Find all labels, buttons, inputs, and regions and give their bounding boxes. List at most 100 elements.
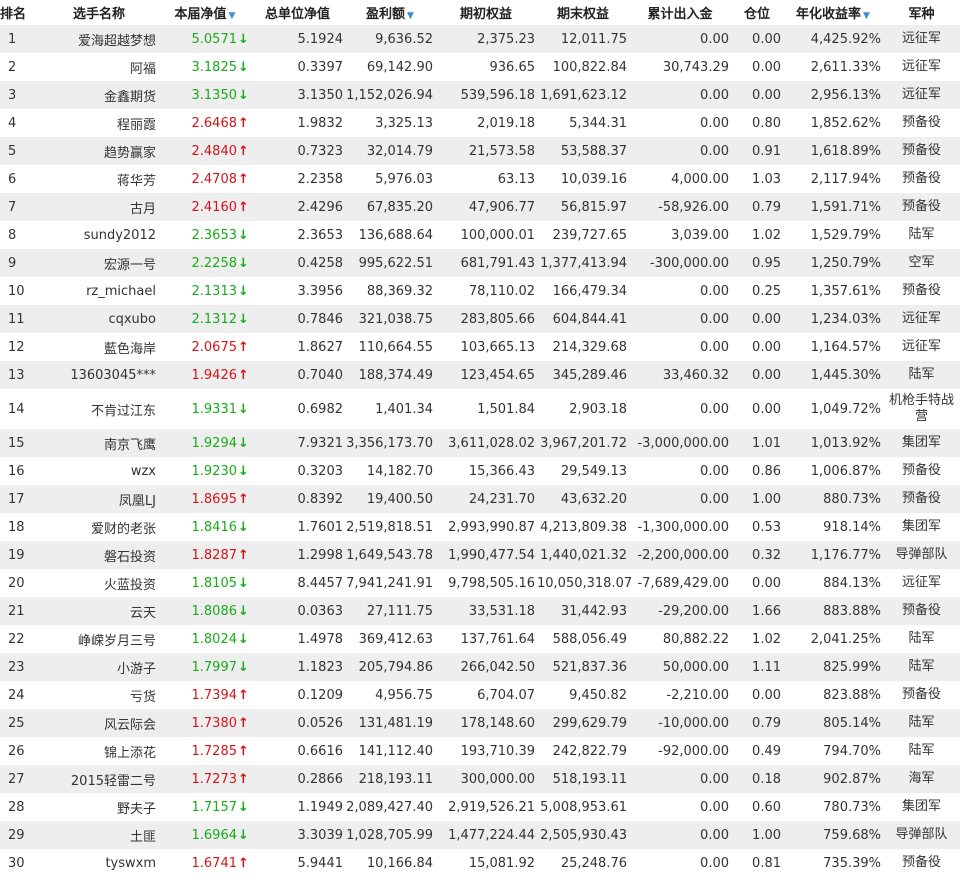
cell-army: 预备役 [883,137,960,165]
cell-rank: 17 [0,485,38,513]
table-row[interactable]: 28 野夫子 1.7157↓ 1.1949 2,089,427.40 2,919,526.… [0,793,960,821]
arrow-down-icon: ↓ [238,631,249,647]
header-profit[interactable]: 盈利额 ▼ [345,0,435,25]
cell-name[interactable]: 13603045*** [38,361,160,389]
cell-name[interactable]: 小游子 [38,653,160,681]
cell-end-equity: 12,011.75 [537,25,629,53]
nav-value: 1.7380 [191,715,238,731]
cell-name[interactable]: 蒋华芳 [38,165,160,193]
table-row[interactable]: 12 藍色海岸 2.0675↑ 1.8627 110,664.55 103,665.13 2… [0,333,960,361]
cell-name[interactable]: 古月 [38,193,160,221]
header-army[interactable]: 军种 [883,0,960,25]
cell-name[interactable]: 不肯过江东 [38,389,160,429]
cell-name[interactable]: 野夫子 [38,793,160,821]
cell-name[interactable]: 爱海超越梦想 [38,25,160,53]
table-row[interactable]: 29 土匪 1.6964↓ 3.3039 1,028,705.99 1,477,224.4… [0,821,960,849]
cell-name[interactable]: 峥嵘岁月三号 [38,625,160,653]
cell-position: 0.00 [731,305,783,333]
table-row[interactable]: 25 风云际会 1.7380↑ 0.0526 131,481.19 178,148.60 2… [0,709,960,737]
header-unit-nav[interactable]: 总单位净值 [250,0,345,25]
cell-annual: 1,529.79% [783,221,883,249]
cell-name[interactable]: tyswxm [38,849,160,877]
cell-cum-flow: 0.00 [629,485,731,513]
header-end-equity[interactable]: 期末权益 [537,0,629,25]
table-row[interactable]: 30 tyswxm 1.6741↑ 5.9441 10,166.84 15,081.92 2… [0,849,960,877]
cell-name[interactable]: 金鑫期货 [38,81,160,109]
table-row[interactable]: 6 蒋华芳 2.4708↑ 2.2358 5,976.03 63.13 10,039.16 4… [0,165,960,193]
cell-name[interactable]: cqxubo [38,305,160,333]
cell-position: 0.95 [731,249,783,277]
cell-army: 远征军 [883,333,960,361]
cell-name[interactable]: sundy2012 [38,221,160,249]
cell-name[interactable]: 宏源一号 [38,249,160,277]
table-row[interactable]: 11 cqxubo 2.1312↓ 0.7846 321,038.75 283,805.6… [0,305,960,333]
cell-annual: 1,234.03% [783,305,883,333]
cell-name[interactable]: 趋势赢家 [38,137,160,165]
table-row[interactable]: 2 阿福 3.1825↓ 0.3397 69,142.90 936.65 100,822.8… [0,53,960,81]
table-row[interactable]: 9 宏源一号 2.2258↓ 0.4258 995,622.51 681,791.43 1,… [0,249,960,277]
cell-nav: 2.0675↑ [160,333,250,361]
header-position[interactable]: 仓位 [731,0,783,25]
cell-name[interactable]: 土匪 [38,821,160,849]
cell-name[interactable]: 锦上添花 [38,737,160,765]
cell-name[interactable]: 2015轻雷二号 [38,765,160,793]
header-begin-equity[interactable]: 期初权益 [435,0,537,25]
table-row[interactable]: 17 凤凰LJ 1.8695↑ 0.8392 19,400.50 24,231.70 43,… [0,485,960,513]
cell-name[interactable]: 亏货 [38,681,160,709]
table-row[interactable]: 4 程丽霞 2.6468↑ 1.9832 3,325.13 2,019.18 5,344.3… [0,109,960,137]
cell-name[interactable]: 爱财的老张 [38,513,160,541]
arrow-up-icon: ↑ [238,115,249,131]
cell-name[interactable]: rz_michael [38,277,160,305]
table-row[interactable]: 24 亏货 1.7394↑ 0.1209 4,956.75 6,704.07 9,450.8… [0,681,960,709]
table-row[interactable]: 22 峥嵘岁月三号 1.8024↓ 1.4978 369,412.63 137,761.6… [0,625,960,653]
cell-profit: 67,835.20 [345,193,435,221]
cell-profit: 321,038.75 [345,305,435,333]
table-row[interactable]: 5 趋势赢家 2.4840↑ 0.7323 32,014.79 21,573.58 53,5… [0,137,960,165]
cell-name[interactable]: 南京飞鹰 [38,429,160,457]
table-row[interactable]: 18 爱财的老张 1.8416↓ 1.7601 2,519,818.51 2,993,99… [0,513,960,541]
cell-name[interactable]: 程丽霞 [38,109,160,137]
cell-unit-nav: 5.1924 [250,25,345,53]
table-row[interactable]: 1 爱海超越梦想 5.0571↓ 5.1924 9,636.52 2,375.23 12,0… [0,25,960,53]
header-nav[interactable]: 本届净值 ▼ [160,0,250,25]
table-row[interactable]: 3 金鑫期货 3.1350↓ 3.1350 1,152,026.94 539,596.18… [0,81,960,109]
table-row[interactable]: 13 13603045*** 1.9426↑ 0.7040 188,374.49 123,… [0,361,960,389]
table-row[interactable]: 16 wzx 1.9230↓ 0.3203 14,182.70 15,366.43 29,5… [0,457,960,485]
cell-name[interactable]: 云天 [38,597,160,625]
cell-unit-nav: 2.4296 [250,193,345,221]
header-rank[interactable]: 排名 [0,0,38,25]
cell-name[interactable]: wzx [38,457,160,485]
table-row[interactable]: 21 云天 1.8086↓ 0.0363 27,111.75 33,531.18 31,44… [0,597,960,625]
cell-name[interactable]: 风云际会 [38,709,160,737]
cell-nav: 2.4160↑ [160,193,250,221]
cell-end-equity: 43,632.20 [537,485,629,513]
cell-cum-flow: 4,000.00 [629,165,731,193]
table-row[interactable]: 14 不肯过江东 1.9331↓ 0.6982 1,401.34 1,501.84 2,90… [0,389,960,429]
table-row[interactable]: 7 古月 2.4160↑ 2.4296 67,835.20 47,906.77 56,815… [0,193,960,221]
table-row[interactable]: 10 rz_michael 2.1313↓ 3.3956 88,369.32 78,110… [0,277,960,305]
table-row[interactable]: 23 小游子 1.7997↓ 1.1823 205,794.86 266,042.50 52… [0,653,960,681]
header-cum-flow[interactable]: 累计出入金 [629,0,731,25]
nav-value: 1.8105 [191,575,238,591]
cell-name[interactable]: 磐石投资 [38,541,160,569]
sort-down-icon[interactable]: ▼ [407,11,414,21]
cell-name[interactable]: 藍色海岸 [38,333,160,361]
cell-name[interactable]: 火蓝投资 [38,569,160,597]
cell-nav: 2.4840↑ [160,137,250,165]
army-label: 预备役 [901,855,941,870]
table-row[interactable]: 26 锦上添花 1.7285↑ 0.6616 141,112.40 193,710.39 2… [0,737,960,765]
table-row[interactable]: 27 2015轻雷二号 1.7273↑ 0.2866 218,193.11 300,000… [0,765,960,793]
cell-name[interactable]: 凤凰LJ [38,485,160,513]
table-row[interactable]: 15 南京飞鹰 1.9294↓ 7.9321 3,356,173.70 3,611,028… [0,429,960,457]
table-row[interactable]: 20 火蓝投资 1.8105↓ 8.4457 7,941,241.91 9,798,505… [0,569,960,597]
cell-rank: 14 [0,389,38,429]
army-label: 远征军 [901,575,941,590]
sort-down-icon[interactable]: ▼ [229,11,236,21]
table-row[interactable]: 19 磐石投资 1.8287↑ 1.2998 1,649,543.78 1,990,477… [0,541,960,569]
header-annual[interactable]: 年化收益率 ▼ [783,0,883,25]
table-row[interactable]: 8 sundy2012 2.3653↓ 2.3653 136,688.64 100,000… [0,221,960,249]
sort-down-icon[interactable]: ▼ [863,11,870,21]
header-name[interactable]: 选手名称 [38,0,160,25]
cell-begin-equity: 103,665.13 [435,333,537,361]
cell-name[interactable]: 阿福 [38,53,160,81]
